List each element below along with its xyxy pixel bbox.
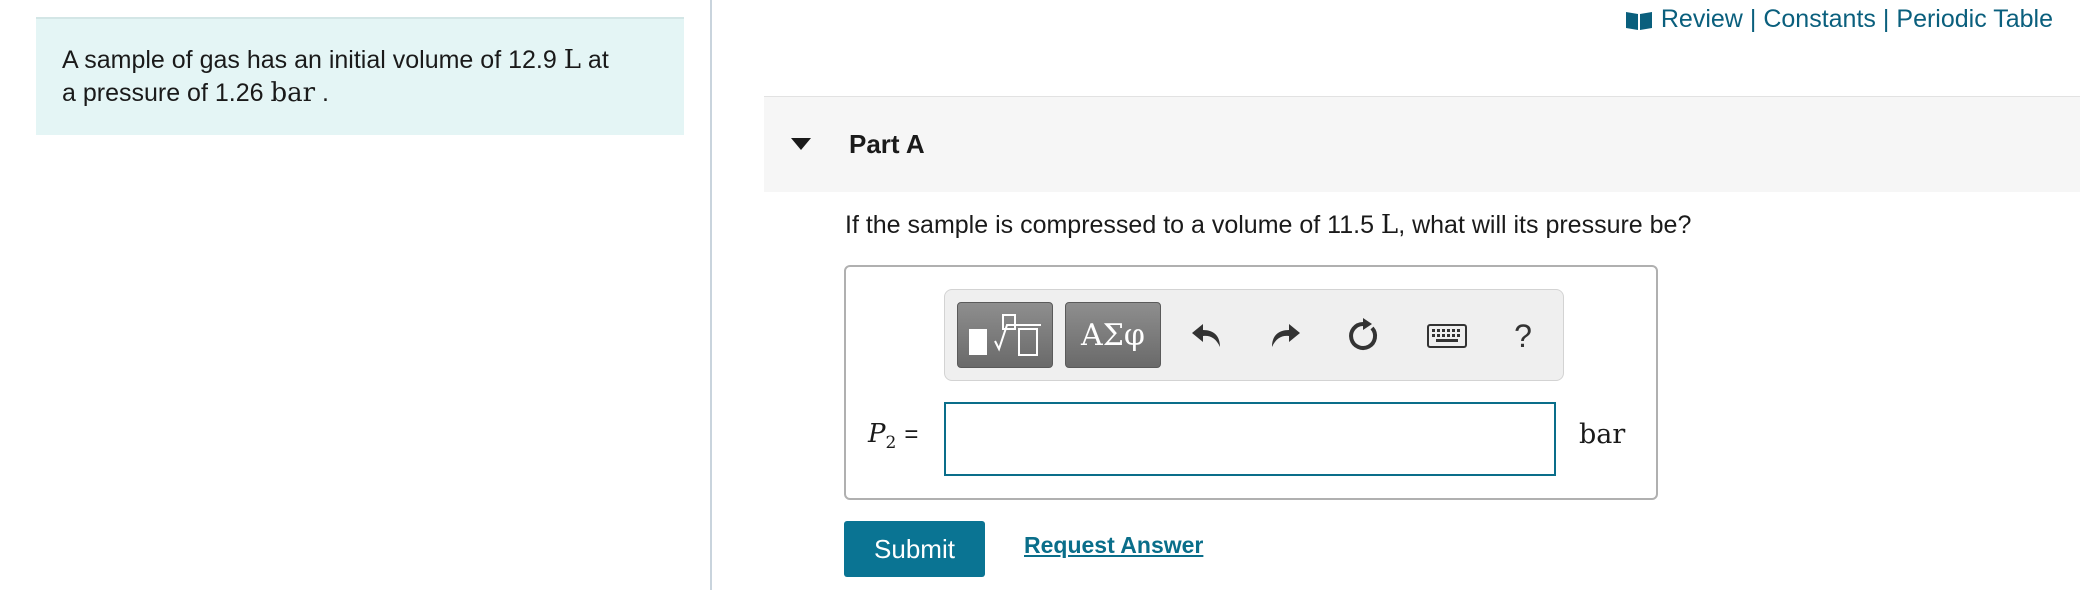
volume-unit: L bbox=[563, 45, 581, 75]
templates-icon bbox=[969, 314, 1041, 356]
answer-input[interactable] bbox=[944, 402, 1556, 476]
help-button[interactable]: ? bbox=[1501, 314, 1545, 358]
question-unit: L bbox=[1380, 210, 1399, 240]
book-icon bbox=[1625, 9, 1653, 31]
problem-text-2: at bbox=[587, 46, 609, 74]
part-title: Part A bbox=[849, 129, 925, 159]
math-toolbar: ΑΣφ ? bbox=[944, 289, 1564, 381]
pane-divider bbox=[710, 0, 712, 590]
collapse-caret-icon[interactable] bbox=[791, 138, 811, 150]
part-a-header[interactable]: Part A bbox=[764, 96, 2080, 192]
equals-sign: = bbox=[904, 421, 919, 448]
problem-text-1: A sample of gas has an initial volume of… bbox=[62, 46, 557, 74]
question-text: If the sample is compressed to a volume … bbox=[845, 210, 1691, 240]
request-answer-link[interactable]: Request Answer bbox=[1024, 532, 1203, 559]
reset-icon[interactable] bbox=[1341, 314, 1385, 358]
redo-icon[interactable] bbox=[1263, 314, 1307, 358]
link-separator: | bbox=[1882, 5, 1890, 33]
problem-text-3: a pressure of 1.26 bbox=[62, 79, 264, 107]
review-link[interactable]: Review bbox=[1661, 5, 1743, 34]
variable-symbol: P bbox=[868, 419, 886, 449]
variable-label: P2 = bbox=[868, 419, 918, 453]
submit-button[interactable]: Submit bbox=[844, 521, 985, 577]
problem-text-4: . bbox=[322, 79, 329, 107]
pressure-unit: bar bbox=[270, 78, 316, 108]
problem-statement: A sample of gas has an initial volume of… bbox=[36, 17, 684, 135]
answer-unit: bar bbox=[1579, 419, 1626, 450]
greek-symbols-button[interactable]: ΑΣφ bbox=[1065, 302, 1161, 368]
undo-icon[interactable] bbox=[1185, 314, 1229, 358]
problem-pane: A sample of gas has an initial volume of… bbox=[0, 0, 710, 590]
answer-box: ΑΣφ ? P2 = bar bbox=[844, 265, 1658, 500]
question-part-1: If the sample is compressed to a volume … bbox=[845, 211, 1374, 239]
link-separator: | bbox=[1749, 5, 1757, 33]
keyboard-icon[interactable] bbox=[1423, 314, 1471, 358]
question-part-2: , what will its pressure be? bbox=[1398, 211, 1692, 239]
constants-link[interactable]: Constants bbox=[1763, 5, 1876, 34]
periodic-table-link[interactable]: Periodic Table bbox=[1896, 5, 2053, 34]
variable-subscript: 2 bbox=[885, 433, 897, 454]
templates-button[interactable] bbox=[957, 302, 1053, 368]
resource-links: Review | Constants | Periodic Table bbox=[1625, 5, 2053, 34]
